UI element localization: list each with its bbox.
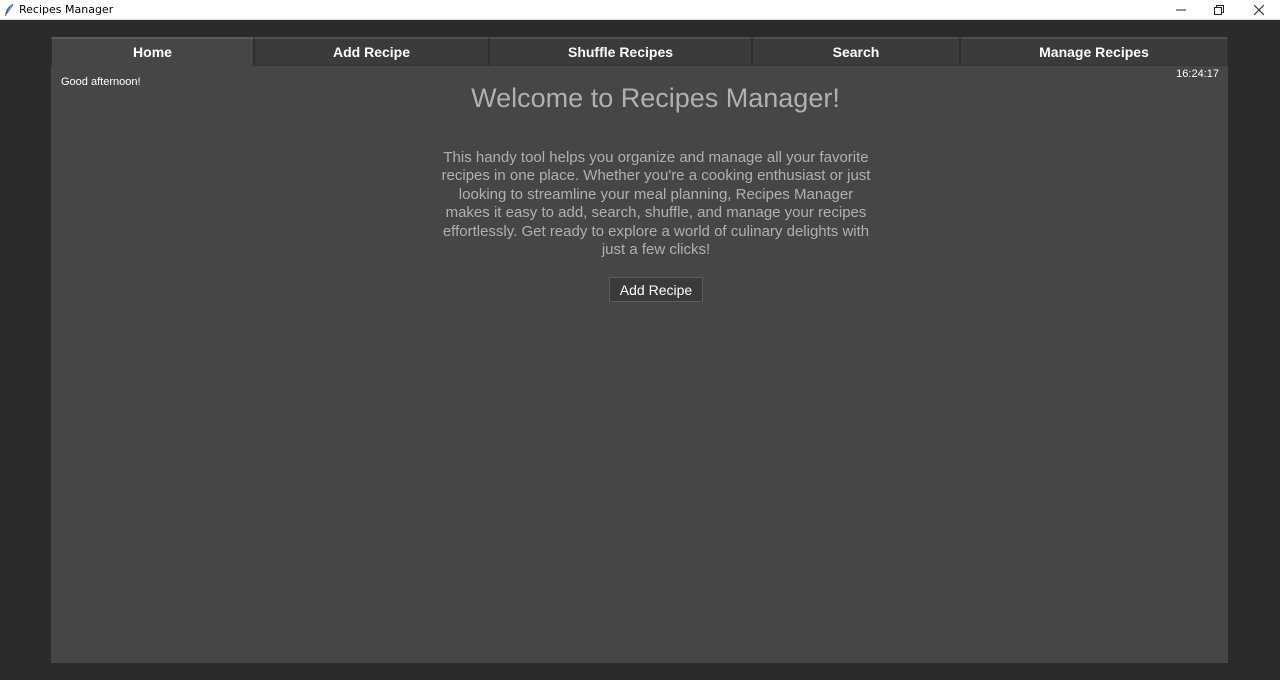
clock-label: 16:24:17 bbox=[1176, 68, 1219, 80]
welcome-description: This handy tool helps you organize and m… bbox=[441, 149, 871, 259]
main-panel: Home Add Recipe Shuffle Recipes Search M… bbox=[51, 37, 1228, 663]
restore-icon[interactable] bbox=[1200, 0, 1238, 20]
title-bar: Recipes Manager bbox=[0, 0, 1280, 20]
welcome-title: Welcome to Recipes Manager! bbox=[471, 83, 840, 113]
tab-search[interactable]: Search bbox=[752, 37, 960, 66]
tab-manage-recipes[interactable]: Manage Recipes bbox=[960, 37, 1228, 66]
add-recipe-button[interactable]: Add Recipe bbox=[609, 277, 703, 302]
feather-icon bbox=[5, 3, 14, 16]
tab-add-recipe[interactable]: Add Recipe bbox=[254, 37, 489, 66]
minimize-icon[interactable] bbox=[1162, 0, 1200, 20]
close-icon[interactable] bbox=[1240, 0, 1278, 20]
window-title: Recipes Manager bbox=[19, 3, 114, 16]
tab-bar: Home Add Recipe Shuffle Recipes Search M… bbox=[51, 37, 1228, 66]
tab-home[interactable]: Home bbox=[51, 37, 254, 66]
tab-shuffle-recipes[interactable]: Shuffle Recipes bbox=[489, 37, 752, 66]
